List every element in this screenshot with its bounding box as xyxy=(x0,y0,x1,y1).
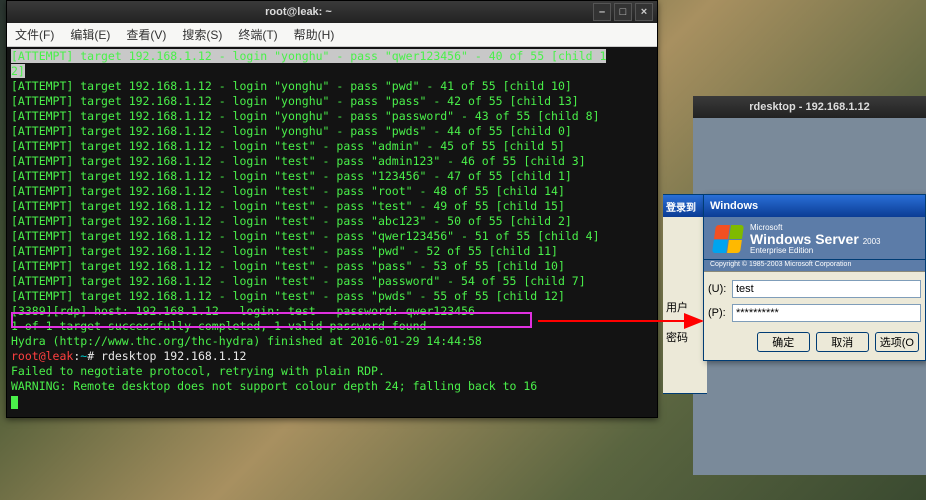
username-row: (U): xyxy=(708,280,921,298)
terminal-titlebar[interactable]: root@leak: ~ – □ × xyxy=(7,1,657,23)
menu-help[interactable]: 帮助(H) xyxy=(286,26,343,43)
menu-view[interactable]: 查看(V) xyxy=(118,26,174,43)
copyright: Copyright © 1985-2003 Microsoft Corporat… xyxy=(704,260,925,272)
login-title-left: 登录到 xyxy=(663,195,707,217)
login-dialog-left-sliver: 登录到 用户 密码 xyxy=(663,194,707,394)
password-label: (P): xyxy=(708,307,732,319)
pass-label: 密码 xyxy=(663,325,707,349)
terminal-menubar: 文件(F) 编辑(E) 查看(V) 搜索(S) 终端(T) 帮助(H) xyxy=(7,23,657,47)
brand-sub: Enterprise Edition xyxy=(750,246,880,255)
terminal-title: root@leak: ~ xyxy=(7,6,590,18)
menu-terminal[interactable]: 终端(T) xyxy=(230,26,285,43)
options-button[interactable]: 选项(O xyxy=(875,332,919,352)
ok-button[interactable]: 确定 xyxy=(757,332,810,352)
maximize-button[interactable]: □ xyxy=(614,3,632,21)
password-row: (P): xyxy=(708,304,921,322)
terminal-window: root@leak: ~ – □ × 文件(F) 编辑(E) 查看(V) 搜索(… xyxy=(6,0,658,418)
terminal-body[interactable]: [ATTEMPT] target 192.168.1.12 - login "y… xyxy=(7,47,657,417)
windows-login-dialog: Windows Microsoft Windows Server 2003 En… xyxy=(703,194,926,361)
cancel-button[interactable]: 取消 xyxy=(816,332,869,352)
titlebar-buttons: – □ × xyxy=(590,3,657,21)
windows-banner: Microsoft Windows Server 2003 Enterprise… xyxy=(704,217,925,260)
rdesktop-titlebar[interactable]: rdesktop - 192.168.1.12 xyxy=(693,96,926,118)
brand-main: Windows Server 2003 xyxy=(750,232,880,246)
minimize-button[interactable]: – xyxy=(593,3,611,21)
rdesktop-title: rdesktop - 192.168.1.12 xyxy=(749,101,869,113)
windows-flag-icon xyxy=(712,225,744,253)
menu-edit[interactable]: 编辑(E) xyxy=(62,26,118,43)
menu-file[interactable]: 文件(F) xyxy=(7,26,62,43)
password-input[interactable] xyxy=(732,304,921,322)
user-label: 用户 xyxy=(663,295,707,319)
windows-login-title[interactable]: Windows xyxy=(704,195,925,217)
username-label: (U): xyxy=(708,283,732,295)
close-button[interactable]: × xyxy=(635,3,653,21)
menu-search[interactable]: 搜索(S) xyxy=(174,26,230,43)
username-input[interactable] xyxy=(732,280,921,298)
